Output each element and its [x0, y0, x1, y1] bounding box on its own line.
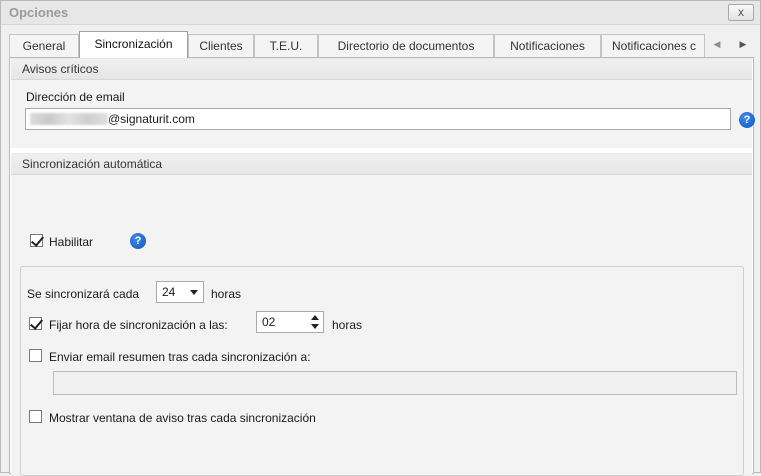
sync-every-unit: horas: [211, 287, 242, 301]
tab-notificaciones-2[interactable]: Notificaciones c: [601, 34, 705, 57]
tab-general[interactable]: General: [9, 34, 79, 57]
spin-down-icon[interactable]: [311, 324, 319, 329]
email-summary-checkbox[interactable]: [29, 349, 42, 362]
sync-interval-value: 24: [162, 285, 176, 299]
enable-label: Habilitar: [49, 235, 94, 249]
tab-teu[interactable]: T.E.U.: [254, 34, 318, 57]
email-summary-label: Enviar email resumen tras cada sincroniz…: [49, 350, 311, 364]
spin-up-icon[interactable]: [311, 315, 319, 320]
show-window-label: Mostrar ventana de aviso tras cada sincr…: [49, 411, 316, 425]
fix-time-label: Fijar hora de sincronización a las:: [49, 318, 228, 332]
sync-interval-select[interactable]: 24: [156, 281, 204, 303]
chevron-right-icon[interactable]: ▶: [735, 36, 751, 52]
chevron-left-icon[interactable]: ◀: [709, 36, 725, 52]
email-label: Dirección de email: [26, 90, 125, 104]
title-bar: Opciones x: [1, 1, 760, 25]
show-window-checkbox[interactable]: [29, 410, 42, 423]
tab-notificaciones[interactable]: Notificaciones: [494, 34, 601, 57]
window-title: Opciones: [9, 5, 69, 20]
close-icon: x: [738, 5, 744, 19]
redacted-email-user: [30, 113, 108, 125]
chevron-down-icon: [190, 290, 198, 295]
sync-header: Sincronización automática: [11, 153, 752, 175]
email-summary-field[interactable]: [53, 371, 737, 395]
email-field[interactable]: @signaturit.com: [25, 108, 731, 130]
tab-sincronizacion[interactable]: Sincronización: [79, 31, 188, 58]
options-window: Opciones x General Sincronización Client…: [0, 0, 761, 476]
sync-settings-group: Se sincronizará cada 24 horas Fijar hora…: [20, 266, 744, 476]
close-button[interactable]: x: [728, 4, 754, 21]
fix-time-value: 02: [262, 315, 276, 329]
tab-strip: General Sincronización Clientes T.E.U. D…: [9, 31, 754, 58]
tab-content: Avisos críticos Dirección de email @sign…: [9, 57, 755, 476]
fix-time-spinner[interactable]: 02: [256, 311, 324, 333]
avisos-panel: Avisos críticos Dirección de email @sign…: [11, 58, 755, 148]
fix-time-unit: horas: [332, 318, 363, 332]
help-icon[interactable]: ?: [130, 233, 146, 249]
sync-every-label: Se sincronizará cada: [27, 287, 140, 301]
help-icon[interactable]: ?: [739, 112, 755, 128]
tab-directorio-documentos[interactable]: Directorio de documentos: [318, 34, 494, 57]
avisos-header: Avisos críticos: [11, 58, 752, 80]
tab-clientes[interactable]: Clientes: [188, 34, 254, 57]
email-value: @signaturit.com: [108, 112, 195, 126]
enable-checkbox[interactable]: [30, 234, 43, 247]
fix-time-checkbox[interactable]: [29, 317, 42, 330]
